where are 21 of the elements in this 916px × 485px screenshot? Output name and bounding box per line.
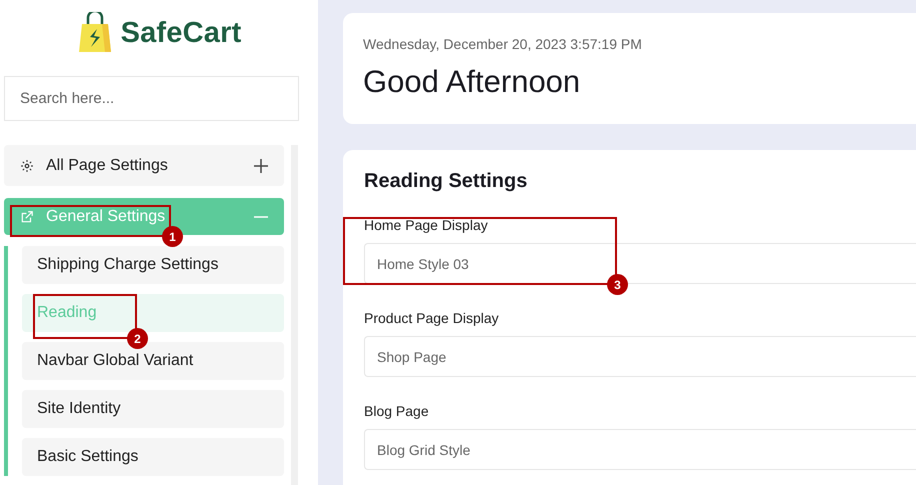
shopping-bag-icon: [76, 12, 113, 54]
external-link-icon: [20, 210, 34, 224]
plus-icon[interactable]: [254, 158, 268, 172]
select-field[interactable]: Blog Grid Style: [364, 429, 916, 470]
field-label: Blog Page: [364, 403, 430, 419]
field-label: Home Page Display: [364, 217, 489, 233]
menu-label: All Page Settings: [46, 156, 168, 174]
submenu-item[interactable]: Basic Settings: [22, 438, 284, 476]
date-time: Wednesday, December 20, 2023 3:57:19 PM: [363, 36, 643, 52]
submenu-item[interactable]: Shipping Charge Settings: [22, 246, 284, 284]
select-field[interactable]: Shop Page: [364, 336, 916, 377]
greeting: Good Afternoon: [363, 64, 582, 100]
settings-icon: [20, 158, 34, 172]
field-label: Product Page Display: [364, 310, 500, 326]
section-title: Reading Settings: [364, 170, 528, 193]
submenu-item[interactable]: Site Identity: [22, 390, 284, 428]
brand-name: SafeCart: [120, 16, 242, 50]
search-field[interactable]: Search here...: [4, 76, 299, 121]
menu-item[interactable]: All Page Settings: [4, 145, 284, 186]
menu-label: General Settings: [46, 208, 166, 226]
submenu-item[interactable]: Navbar Global Variant: [22, 342, 284, 380]
